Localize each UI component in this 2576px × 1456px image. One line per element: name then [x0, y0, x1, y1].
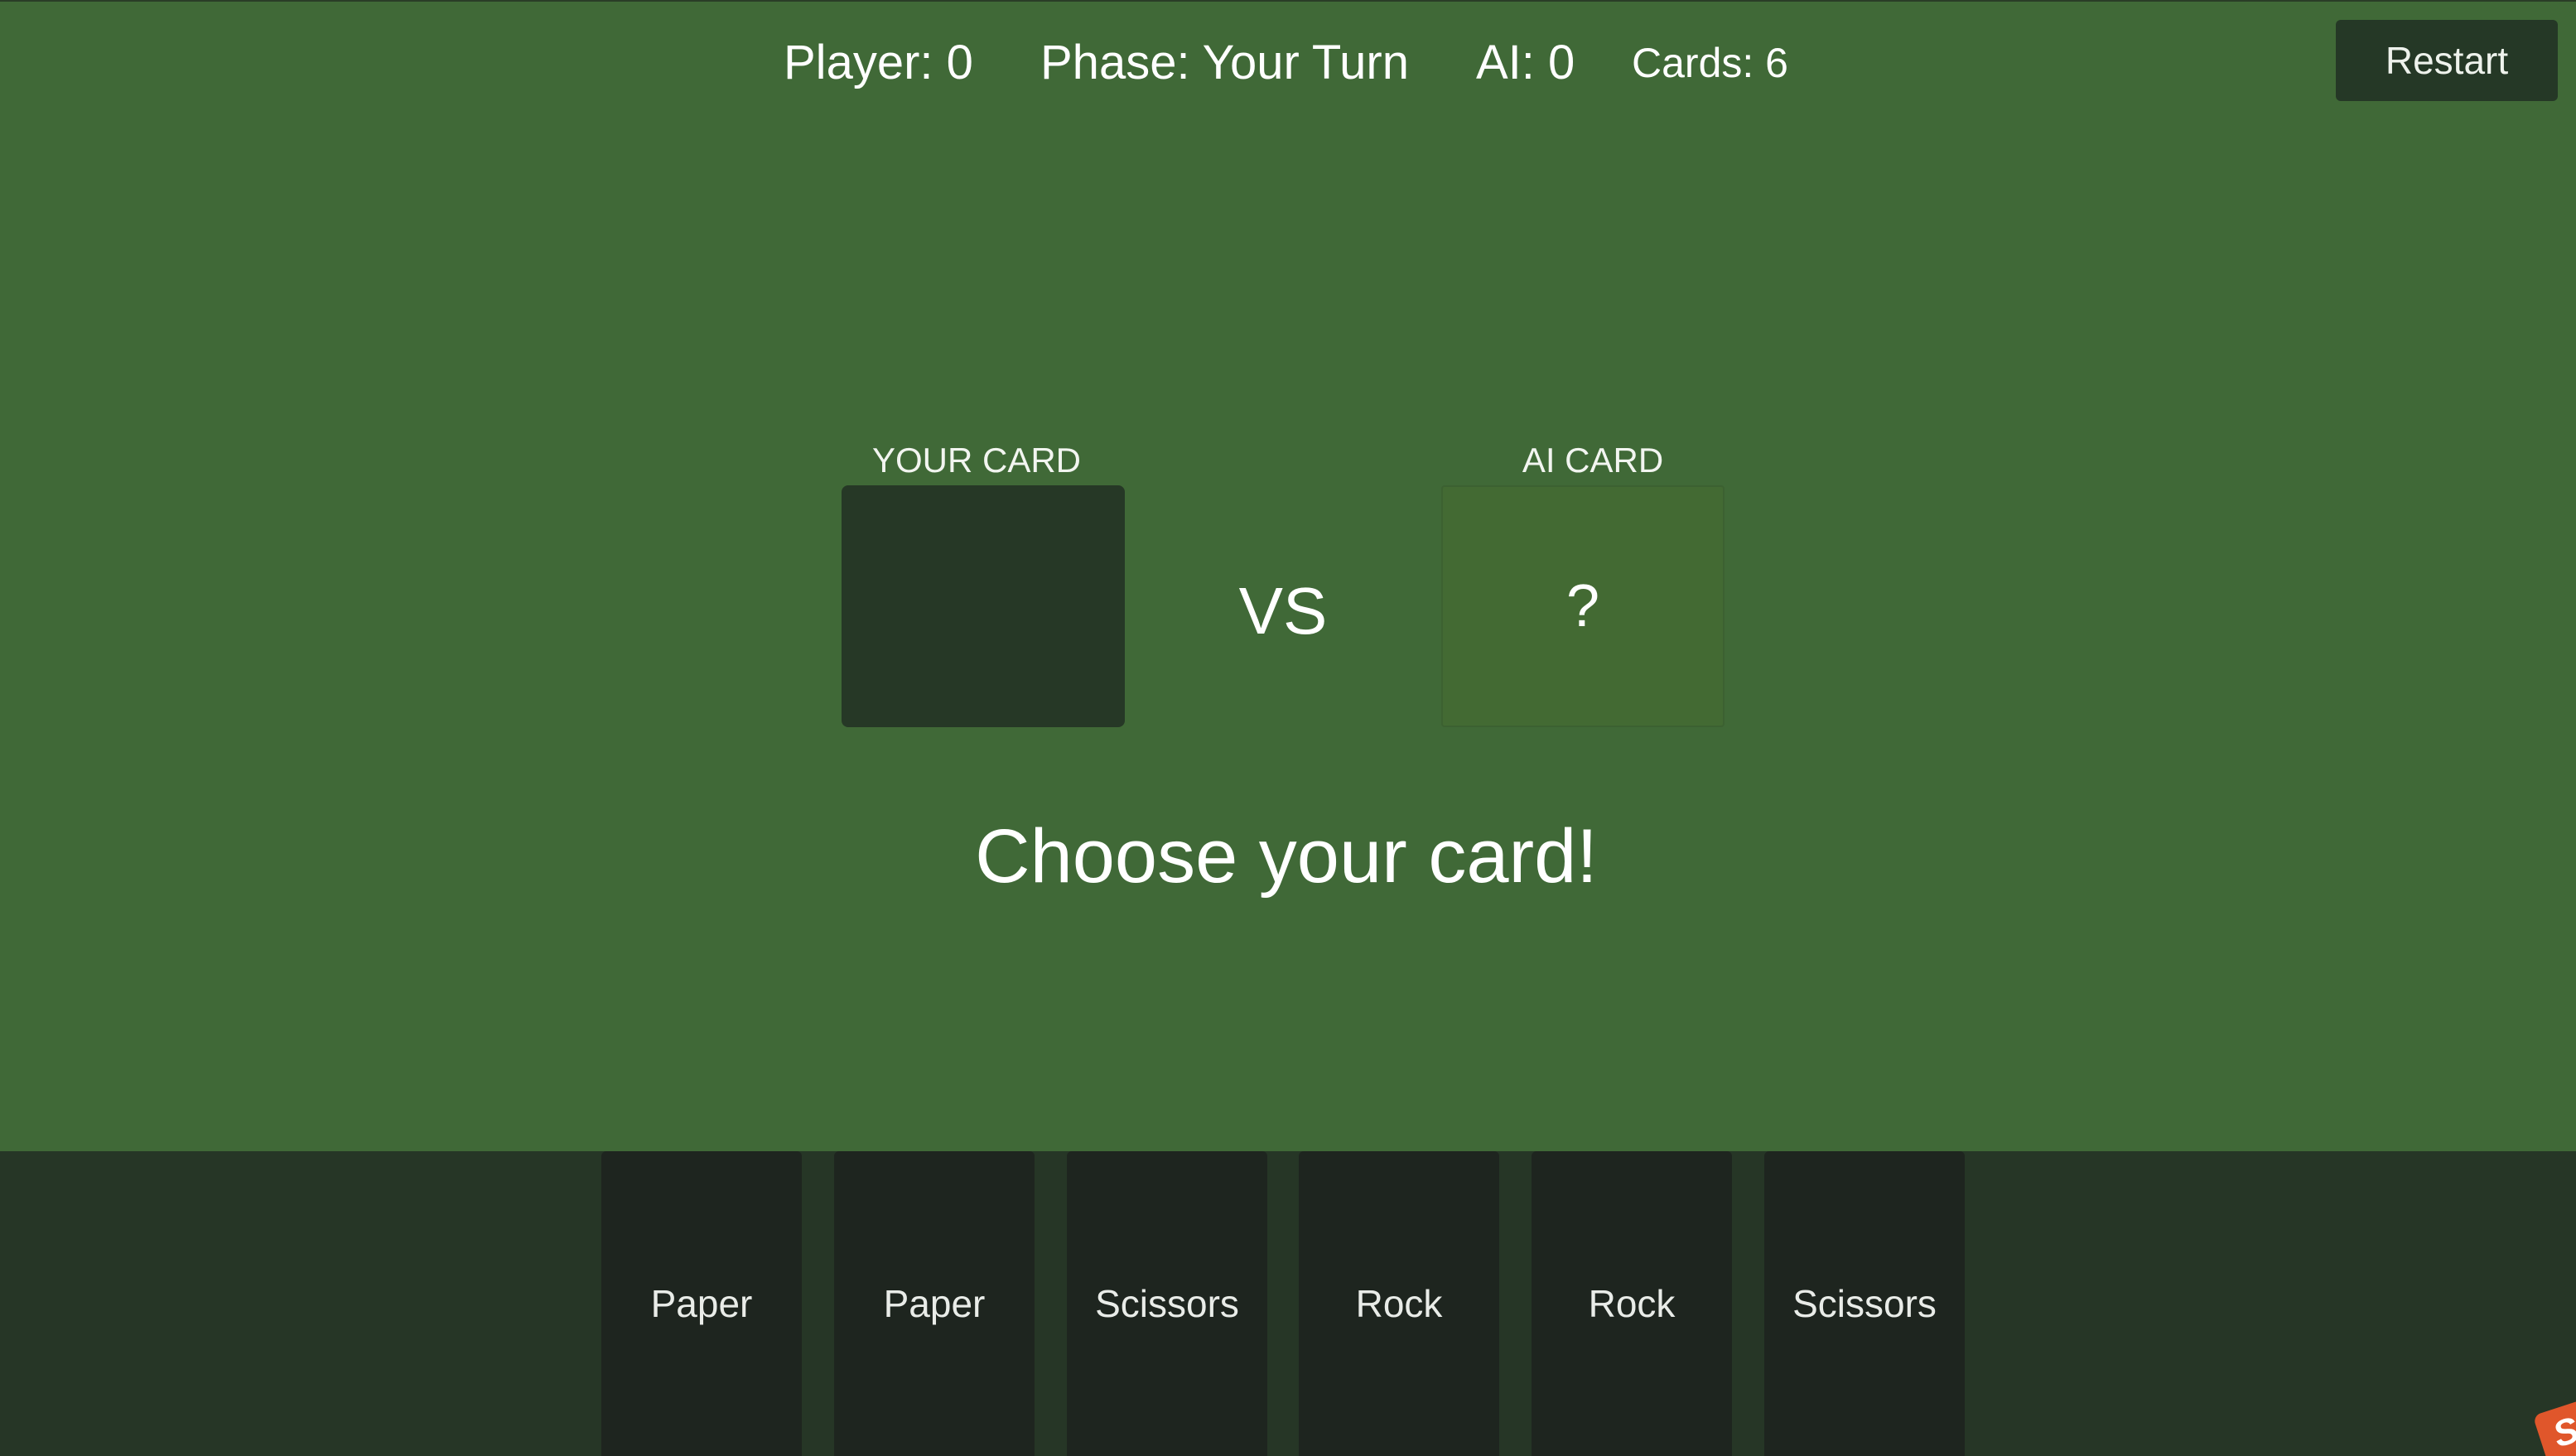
hidden-card-mark: ?: [1565, 573, 1600, 639]
ai-score: AI: 0: [1476, 36, 1575, 89]
status-message: Choose your card!: [0, 805, 2576, 908]
game-screen: Player: 0 Phase: Your Turn AI: 0 Cards: …: [0, 0, 2576, 1456]
cards-count: Cards: 6: [1632, 40, 1788, 86]
your-card-slot: [842, 485, 1125, 727]
status-text: Choose your card!: [975, 814, 1598, 899]
restart-button[interactable]: Restart: [2336, 20, 2558, 101]
hud-bar: Player: 0 Phase: Your Turn AI: 0 Cards: …: [0, 0, 2576, 126]
player-score: Player: 0: [784, 36, 973, 89]
hand-tray: Paper Paper Scissors Rock Rock Scissors: [0, 1151, 2576, 1456]
hand-card-paper[interactable]: Paper: [834, 1151, 1035, 1456]
ai-card-label: AI CARD: [1522, 441, 1664, 480]
hand-card-rock[interactable]: Rock: [1532, 1151, 1732, 1456]
hand-card-paper[interactable]: Paper: [601, 1151, 802, 1456]
ai-card-slot: ?: [1441, 485, 1725, 727]
your-card-label: YOUR CARD: [871, 441, 1082, 480]
hand-card-scissors[interactable]: Scissors: [1067, 1151, 1267, 1456]
phase-indicator: Phase: Your Turn: [1040, 36, 1409, 89]
hand-card-scissors[interactable]: Scissors: [1764, 1151, 1965, 1456]
hand-card-rock[interactable]: Rock: [1299, 1151, 1499, 1456]
vs-label: VS: [1238, 574, 1328, 648]
